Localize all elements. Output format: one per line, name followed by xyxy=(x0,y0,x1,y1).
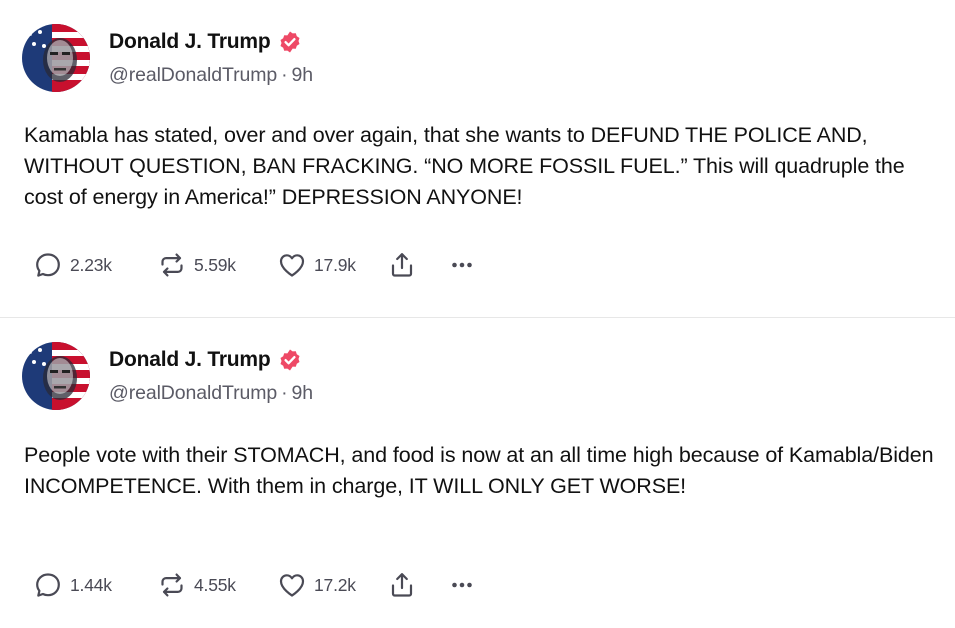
post-text: Kamabla has stated, over and over again,… xyxy=(24,123,905,209)
post-text: People vote with their STOMACH, and food… xyxy=(24,443,934,498)
like-button[interactable]: 17.9k xyxy=(277,250,387,280)
verified-badge-icon xyxy=(278,30,302,54)
post-meta: @realDonaldTrump · 9h xyxy=(109,382,313,405)
repost-count: 4.55k xyxy=(194,574,236,595)
reply-icon xyxy=(33,250,63,280)
share-icon xyxy=(387,250,417,280)
timestamp[interactable]: 9h xyxy=(292,64,314,86)
reply-count: 2.23k xyxy=(70,254,112,275)
more-options-icon xyxy=(447,570,477,600)
post[interactable]: Donald J. Trump @realDonaldTrump · 9h Peop… xyxy=(0,318,955,628)
timestamp[interactable]: 9h xyxy=(292,382,314,404)
display-name[interactable]: Donald J. Trump xyxy=(109,30,271,54)
share-button[interactable] xyxy=(387,570,447,600)
more-options-icon xyxy=(447,250,477,280)
reply-button[interactable]: 2.23k xyxy=(33,250,157,280)
heart-icon xyxy=(277,250,307,280)
avatar[interactable] xyxy=(22,342,90,410)
feed: Donald J. Trump @realDonaldTrump · 9h Kama… xyxy=(0,0,955,628)
reply-button[interactable]: 1.44k xyxy=(33,570,157,600)
like-count: 17.2k xyxy=(314,574,356,595)
handle[interactable]: @realDonaldTrump xyxy=(109,382,277,404)
post[interactable]: Donald J. Trump @realDonaldTrump · 9h Kama… xyxy=(0,0,955,318)
reply-icon xyxy=(33,570,63,600)
repost-button[interactable]: 5.59k xyxy=(157,250,277,280)
like-count: 17.9k xyxy=(314,254,356,275)
verified-badge-icon xyxy=(278,348,302,372)
more-options-button[interactable] xyxy=(447,250,487,280)
post-actions: 2.23k 5.59k 17.9k xyxy=(33,248,487,282)
post-actions: 1.44k 4.55k 17.2k xyxy=(33,568,487,602)
separator-dot: · xyxy=(281,382,288,404)
post-header: Donald J. Trump @realDonaldTrump · 9h xyxy=(22,24,313,94)
like-button[interactable]: 17.2k xyxy=(277,570,387,600)
heart-icon xyxy=(277,570,307,600)
repost-count: 5.59k xyxy=(194,254,236,275)
repost-button[interactable]: 4.55k xyxy=(157,570,277,600)
post-header: Donald J. Trump @realDonaldTrump · 9h xyxy=(22,342,313,412)
avatar[interactable] xyxy=(22,24,90,92)
share-icon xyxy=(387,570,417,600)
share-button[interactable] xyxy=(387,250,447,280)
repost-icon xyxy=(157,570,187,600)
repost-icon xyxy=(157,250,187,280)
display-name[interactable]: Donald J. Trump xyxy=(109,348,271,372)
reply-count: 1.44k xyxy=(70,574,112,595)
more-options-button[interactable] xyxy=(447,570,487,600)
handle[interactable]: @realDonaldTrump xyxy=(109,64,277,86)
post-meta: @realDonaldTrump · 9h xyxy=(109,64,313,87)
separator-dot: · xyxy=(281,64,288,86)
